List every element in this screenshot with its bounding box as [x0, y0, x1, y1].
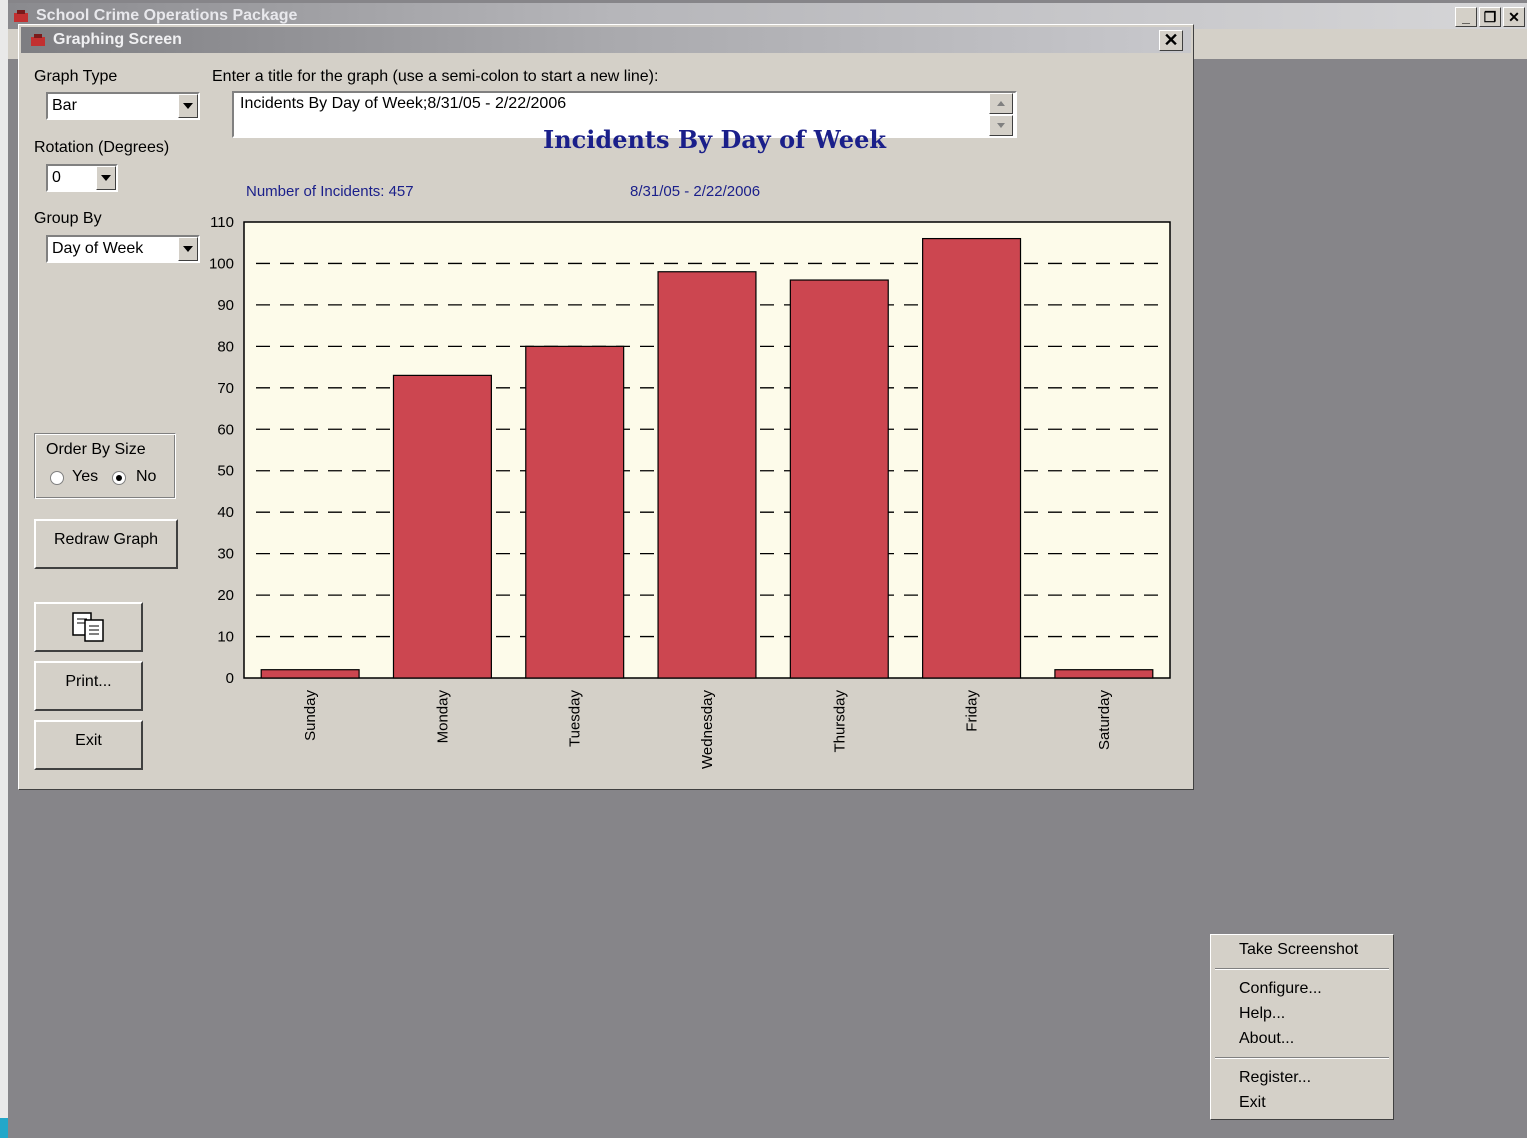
- bar: [392, 374, 492, 679]
- x-tick-label: Sunday: [302, 690, 319, 741]
- context-menu: Take Screenshot Configure... Help... Abo…: [1210, 934, 1394, 1120]
- y-tick-label: 40: [217, 504, 234, 521]
- bar: [525, 345, 625, 679]
- menu-separator: [1215, 1057, 1389, 1059]
- menu-separator: [1215, 968, 1389, 970]
- x-tick-label: Monday: [434, 690, 451, 744]
- y-tick-label: 60: [217, 421, 234, 438]
- y-tick-label: 10: [217, 629, 234, 646]
- menu-take-screenshot[interactable]: Take Screenshot: [1239, 941, 1358, 959]
- y-tick-label: 20: [217, 587, 234, 604]
- x-tick-label: Friday: [964, 690, 981, 732]
- bar: [1054, 669, 1154, 679]
- y-tick-label: 90: [217, 297, 234, 314]
- x-tick-label: Tuesday: [567, 690, 584, 747]
- y-tick-label: 0: [226, 670, 234, 687]
- y-tick-label: 30: [217, 546, 234, 563]
- y-tick-label: 110: [210, 214, 234, 231]
- bar: [922, 237, 1022, 679]
- menu-configure[interactable]: Configure...: [1239, 980, 1322, 998]
- menu-help[interactable]: Help...: [1239, 1005, 1285, 1023]
- menu-exit[interactable]: Exit: [1239, 1094, 1266, 1112]
- y-tick-label: 80: [217, 338, 234, 355]
- x-tick-label: Thursday: [831, 690, 848, 753]
- x-tick-label: Wednesday: [699, 690, 716, 769]
- menu-register[interactable]: Register...: [1239, 1069, 1311, 1087]
- x-tick-label: Saturday: [1096, 690, 1113, 751]
- bar: [657, 271, 757, 679]
- bar: [260, 669, 360, 679]
- y-tick-label: 100: [209, 255, 234, 272]
- bar: [789, 279, 889, 679]
- menu-about[interactable]: About...: [1239, 1030, 1294, 1048]
- y-tick-label: 70: [217, 380, 234, 397]
- y-tick-label: 50: [217, 463, 234, 480]
